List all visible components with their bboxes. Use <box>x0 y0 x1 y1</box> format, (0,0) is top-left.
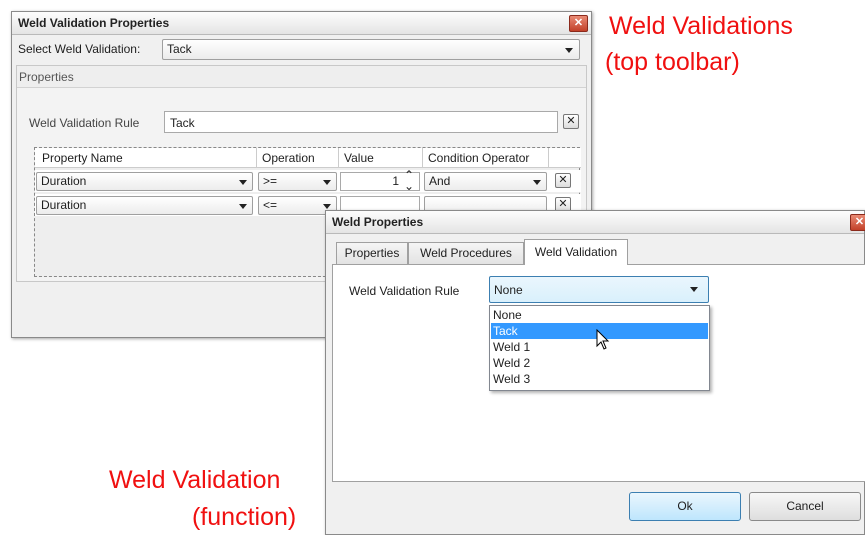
select-validation-label: Select Weld Validation: <box>18 42 141 56</box>
condition-combobox[interactable]: And <box>424 172 547 191</box>
column-header-condition: Condition Operator <box>428 151 530 165</box>
close-icon[interactable]: ✕ <box>850 214 865 231</box>
rule-name-value: Tack <box>170 116 195 130</box>
column-header-property: Property Name <box>42 151 123 165</box>
property-combobox[interactable]: Duration <box>36 172 253 191</box>
remove-row-icon[interactable]: ✕ <box>555 173 571 188</box>
list-item[interactable]: Weld 2 <box>491 355 708 371</box>
chevron-down-icon <box>239 204 247 209</box>
tab-weld-validation[interactable]: Weld Validation <box>524 239 628 265</box>
ok-button[interactable]: Ok <box>629 492 741 521</box>
weld-properties-window: Weld Properties ✕ Properties Weld Proced… <box>325 210 865 535</box>
window-title: Weld Properties <box>332 215 424 229</box>
tab-label: Weld Procedures <box>420 246 512 260</box>
property-combobox[interactable]: Duration <box>36 196 253 215</box>
chevron-down-icon <box>239 180 247 185</box>
title-bar: Weld Properties ✕ <box>326 211 865 234</box>
tab-label: Properties <box>344 246 400 260</box>
window-title: Weld Validation Properties <box>18 16 170 30</box>
column-header-value: Value <box>344 151 374 165</box>
title-bar: Weld Validation Properties ✕ <box>12 12 591 35</box>
remove-rule-icon[interactable]: ✕ <box>563 114 579 129</box>
chevron-down-icon <box>323 204 331 209</box>
operation-value: <= <box>263 198 278 212</box>
close-icon[interactable]: ✕ <box>569 15 588 32</box>
properties-header-label: Properties <box>19 70 74 84</box>
column-divider <box>548 148 549 168</box>
chevron-down-icon <box>690 287 698 292</box>
tab-properties[interactable]: Properties <box>336 242 408 264</box>
table-row: Duration >= 1 ⌃ ⌄ And ✕ <box>35 169 581 192</box>
value-text: 1 <box>392 174 399 188</box>
tab-weld-procedures[interactable]: Weld Procedures <box>408 242 524 264</box>
rule-label: Weld Validation Rule <box>349 284 460 298</box>
condition-value: And <box>429 174 451 188</box>
annotation-top-line2: (top toolbar) <box>605 48 740 76</box>
tab-content-panel: Weld Validation Rule None None Tack Weld… <box>332 264 865 482</box>
rule-name-input[interactable]: Tack <box>164 111 558 133</box>
mouse-pointer-icon <box>596 329 610 350</box>
operation-value: >= <box>263 174 278 188</box>
list-item[interactable]: Weld 3 <box>491 371 708 387</box>
column-divider <box>256 148 257 168</box>
select-validation-value: Tack <box>167 42 192 56</box>
select-validation-combobox[interactable]: Tack <box>162 39 580 60</box>
column-divider <box>422 148 423 168</box>
property-value: Duration <box>41 174 87 188</box>
operation-combobox[interactable]: >= <box>258 172 337 191</box>
value-spinner[interactable]: 1 ⌃ ⌄ <box>340 169 420 192</box>
properties-header: Properties <box>17 66 586 88</box>
annotation-bottom-line1: Weld Validation <box>109 466 281 494</box>
column-divider <box>338 148 339 168</box>
property-value: Duration <box>41 198 87 212</box>
spinner-arrows-icon[interactable]: ⌃ ⌄ <box>404 169 414 192</box>
chevron-down-icon <box>533 180 541 185</box>
rule-combobox-value: None <box>494 283 523 297</box>
list-item[interactable]: None <box>491 307 708 323</box>
tab-label: Weld Validation <box>534 245 618 259</box>
chevron-down-icon <box>565 48 573 53</box>
annotation-top-line1: Weld Validations <box>609 12 793 40</box>
chevron-down-icon <box>323 180 331 185</box>
rule-label: Weld Validation Rule <box>29 116 140 130</box>
column-header-operation: Operation <box>262 151 315 165</box>
cancel-button[interactable]: Cancel <box>749 492 861 521</box>
rule-combobox[interactable]: None <box>489 276 709 303</box>
grid-header: Property Name Operation Value Condition … <box>35 148 581 168</box>
annotation-bottom-line2: (function) <box>192 503 297 531</box>
